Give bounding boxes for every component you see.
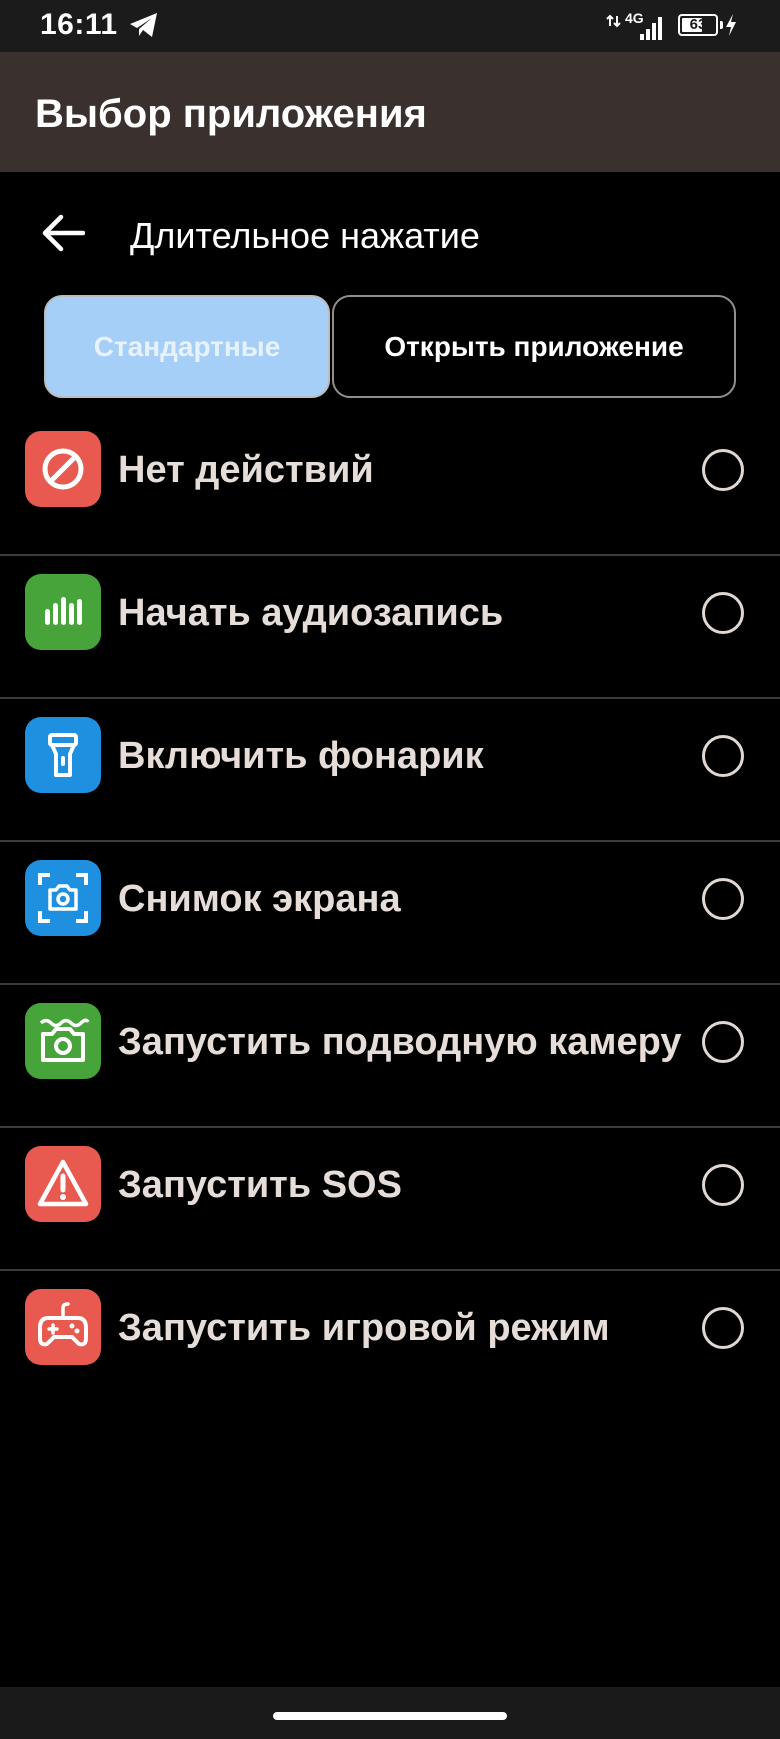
battery-cap: [720, 21, 723, 29]
no-action-icon: [25, 431, 101, 507]
radio-button[interactable]: [702, 449, 744, 491]
item-label: Включить фонарик: [118, 735, 484, 777]
audio-bars-icon: [25, 574, 101, 650]
arrow-back-icon: [42, 214, 85, 252]
home-gesture-handle[interactable]: [273, 1712, 507, 1720]
gamepad-icon: [25, 1289, 101, 1365]
tab-open-app[interactable]: Открыть приложение: [332, 295, 736, 398]
tab-standard[interactable]: Стандартные: [44, 295, 330, 398]
radio-button[interactable]: [702, 1021, 744, 1063]
item-label: Снимок экрана: [118, 878, 401, 920]
item-label: Запустить подводную камеру: [118, 1021, 682, 1063]
navigation-bar: [0, 1687, 780, 1739]
radio-button[interactable]: [702, 1307, 744, 1349]
action-list: Нет действий Начать аудиозапись Включить…: [0, 413, 780, 1414]
item-label: Запустить игровой режим: [118, 1307, 610, 1349]
network-type: 4G: [625, 10, 644, 26]
telegram-icon: [130, 13, 157, 37]
list-item-flashlight[interactable]: Включить фонарик: [0, 699, 780, 842]
page-title: Длительное нажатие: [130, 215, 480, 256]
warning-icon: [25, 1146, 101, 1222]
flashlight-icon: [25, 717, 101, 793]
list-item-sos[interactable]: Запустить SOS: [0, 1128, 780, 1271]
battery-icon: 63: [678, 14, 718, 36]
battery-percent: 63: [689, 16, 707, 33]
status-time: 16:11: [40, 8, 118, 41]
radio-button[interactable]: [702, 592, 744, 634]
list-item-screenshot[interactable]: Снимок экрана: [0, 842, 780, 985]
status-bar: 16:11 4G 63: [0, 0, 780, 52]
radio-button[interactable]: [702, 735, 744, 777]
list-item-audio-record[interactable]: Начать аудиозапись: [0, 556, 780, 699]
list-item-no-action[interactable]: Нет действий: [0, 413, 780, 556]
screenshot-camera-icon: [25, 860, 101, 936]
list-item-game-mode[interactable]: Запустить игровой режим: [0, 1271, 780, 1414]
back-button[interactable]: [36, 210, 90, 256]
app-bar: Выбор приложения: [0, 52, 780, 172]
item-label: Запустить SOS: [118, 1164, 402, 1206]
underwater-camera-icon: [25, 1003, 101, 1079]
list-item-underwater-camera[interactable]: Запустить подводную камеру: [0, 985, 780, 1128]
charging-icon: [726, 14, 736, 36]
radio-button[interactable]: [702, 878, 744, 920]
item-label: Начать аудиозапись: [118, 592, 504, 634]
radio-button[interactable]: [702, 1164, 744, 1206]
app-title: Выбор приложения: [35, 92, 427, 136]
item-label: Нет действий: [118, 449, 374, 491]
